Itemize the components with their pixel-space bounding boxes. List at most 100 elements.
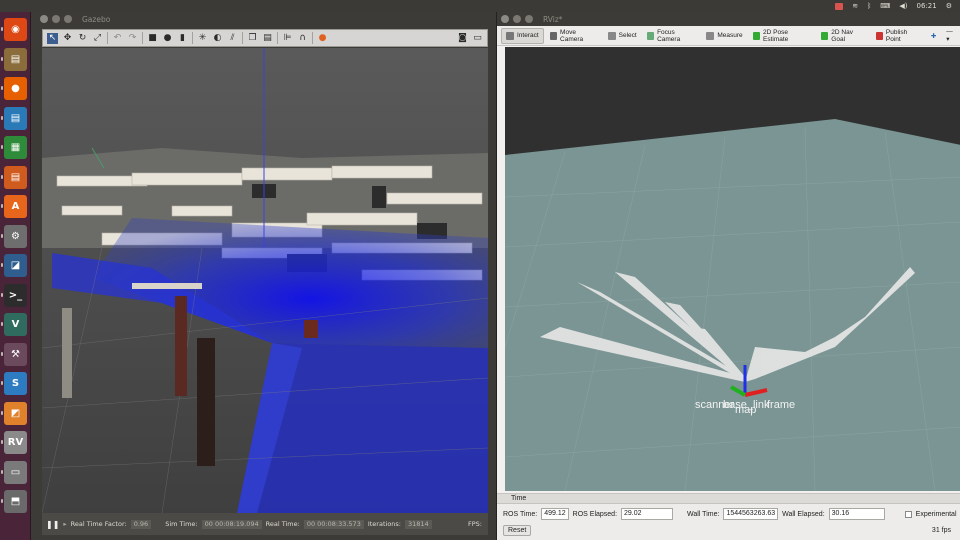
gazebo-3d-viewport[interactable]	[42, 48, 488, 513]
launcher-trash-icon[interactable]: ⬒	[1, 490, 27, 513]
maximize-button[interactable]	[525, 15, 533, 23]
experimental-label: Experimental	[915, 510, 957, 518]
launcher-settings-icon[interactable]: ⚙	[1, 224, 27, 248]
tool-2d-nav-goal[interactable]: 2D Nav Goal	[817, 28, 870, 44]
cylinder-shape-icon[interactable]: ▮	[177, 33, 188, 44]
tool-move-camera[interactable]: Move Camera	[546, 28, 602, 44]
launcher-rviz-icon[interactable]: RV	[1, 431, 27, 454]
real-time-factor-value: 0.96	[130, 519, 152, 529]
tool-publish-point[interactable]: Publish Point	[872, 28, 925, 44]
screenshot-icon[interactable]: ◙	[457, 33, 468, 44]
step-button[interactable]: ▸	[63, 520, 66, 528]
gazebo-toolbar: ↖ ✥ ↻ ⤢ ↶ ↷ ■ ● ▮ ✳ ◐ ⫽ ❐ ▤ ⊫ ∩ ● ◙ ▭	[42, 29, 488, 47]
window-title: RViz*	[543, 14, 563, 24]
launcher-writer-icon[interactable]: ▤	[1, 106, 27, 130]
ros-time-label: ROS Time:	[503, 510, 538, 518]
reset-button[interactable]: Reset	[503, 524, 532, 536]
ros-time-field: 499.12	[541, 508, 569, 520]
wall-time-field: 1544563263.63	[723, 508, 779, 520]
launcher-terminal-icon[interactable]: >_	[1, 283, 27, 307]
unity-launcher: ◉ ▤ ● ▤ ▦ ▤ A ⚙ ◪ >_ V ⚒ S ◩ RV ▭ ⬒	[0, 12, 31, 540]
maximize-button[interactable]	[64, 15, 72, 23]
launcher-rqt-icon[interactable]: ◩	[1, 401, 27, 425]
minimize-button[interactable]	[52, 15, 60, 23]
launcher-qtcreator-icon[interactable]: ◪	[1, 254, 27, 277]
wall-elapsed-field: 30.16	[828, 508, 885, 520]
tool-label: Select	[618, 32, 637, 39]
align-icon[interactable]: ⊫	[282, 33, 293, 44]
time-panel-title: Time	[511, 495, 527, 502]
tool-label: Focus Camera	[657, 28, 681, 43]
directional-light-icon[interactable]: ⫽	[227, 33, 238, 44]
point-light-icon[interactable]: ✳	[197, 33, 208, 44]
reset-row: Reset 31 fps	[497, 522, 960, 538]
tool-interact[interactable]: Interact	[501, 27, 544, 44]
bluetooth-icon[interactable]: ᛒ	[867, 0, 871, 12]
wall-time-label: Wall Time:	[687, 510, 720, 518]
launcher-firefox-icon[interactable]: ●	[1, 77, 27, 100]
time-row: ROS Time: 499.12 ROS Elapsed: 29.02 Wall…	[497, 506, 960, 522]
gazebo-window: Gazebo ↖ ✥ ↻ ⤢ ↶ ↷ ■ ● ▮ ✳ ◐ ⫽ ❐ ▤ ⊫ ∩ ●…	[36, 12, 494, 540]
launcher-files-icon[interactable]: ▤	[1, 47, 27, 71]
redo-icon[interactable]: ↷	[127, 33, 138, 44]
launcher-gvim-icon[interactable]: V	[1, 313, 27, 336]
time-panel: Time ROS Time: 499.12 ROS Elapsed: 29.02…	[497, 493, 960, 540]
rviz-toolbar: Interact Move Camera Select Focus Camera Mea…	[497, 26, 960, 46]
undo-icon[interactable]: ↶	[112, 33, 123, 44]
video-icon[interactable]	[835, 2, 844, 10]
gazebo-titlebar: Gazebo	[36, 12, 494, 26]
ros-elapsed-field: 29.02	[621, 508, 674, 520]
volume-icon[interactable]: ◀)	[899, 0, 907, 12]
more-tools-button[interactable]: — ▾	[942, 28, 960, 44]
toolbar-separator	[277, 32, 278, 44]
translate-mode-icon[interactable]: ✥	[62, 33, 73, 44]
tool-2d-pose-estimate[interactable]: 2D Pose Estimate	[749, 28, 815, 44]
tool-select[interactable]: Select	[604, 28, 641, 44]
tool-label: Publish Point	[885, 28, 908, 43]
tool-measure[interactable]: Measure	[702, 28, 746, 44]
rviz-window: RViz* Interact Move Camera Select Focus Cam…	[496, 12, 960, 540]
toolbar-separator	[192, 32, 193, 44]
rviz-3d-view[interactable]: scanner base_link frame map	[505, 47, 960, 491]
tool-focus-camera[interactable]: Focus Camera	[643, 28, 701, 44]
wifi-icon[interactable]: ≋	[852, 0, 858, 12]
paste-icon[interactable]: ▤	[262, 33, 273, 44]
keyboard-icon[interactable]: ⌨	[880, 0, 890, 12]
tool-label: Interact	[517, 32, 539, 39]
sim-time-label: Sim Time:	[165, 520, 198, 528]
copy-icon[interactable]: ❐	[247, 33, 258, 44]
fps-readout: 31 fps	[931, 526, 951, 534]
sphere-shape-icon[interactable]: ●	[162, 33, 173, 44]
close-button[interactable]	[40, 15, 48, 23]
launcher-gazebo-tool-icon[interactable]: ⚒	[1, 342, 27, 366]
launcher-software-icon[interactable]: A	[1, 195, 27, 218]
window-title: Gazebo	[82, 14, 111, 24]
add-tool-button[interactable]: ✚	[927, 28, 940, 44]
spot-light-icon[interactable]: ◐	[212, 33, 223, 44]
minimize-button[interactable]	[513, 15, 521, 23]
box-shape-icon[interactable]: ■	[147, 33, 158, 44]
select-mode-icon[interactable]: ↖	[47, 32, 58, 44]
snap-icon[interactable]: ∩	[297, 33, 308, 44]
launcher-update-icon[interactable]: S	[1, 372, 27, 395]
experimental-checkbox[interactable]	[904, 510, 912, 518]
scale-mode-icon[interactable]: ⤢	[92, 33, 103, 44]
pause-button[interactable]: ❚❚	[46, 520, 59, 529]
launcher-impress-icon[interactable]: ▤	[1, 165, 27, 189]
close-button[interactable]	[501, 15, 509, 23]
change-view-icon[interactable]: ●	[317, 33, 328, 44]
ros-elapsed-label: ROS Elapsed:	[572, 510, 618, 518]
launcher-calc-icon[interactable]: ▦	[1, 136, 27, 159]
map-frame-label: map	[735, 404, 756, 416]
real-time-factor-label: Real Time Factor:	[70, 520, 127, 528]
launcher-dash-icon[interactable]: ◉	[1, 18, 27, 41]
gear-icon[interactable]: ⚙	[946, 0, 952, 12]
gazebo-scene-render	[42, 48, 488, 513]
gazebo-status-bar: ❚❚ ▸ Real Time Factor: 0.96 Sim Time: 00…	[42, 513, 488, 535]
log-icon[interactable]: ▭	[472, 33, 483, 44]
launcher-workspace-icon[interactable]: ▭	[1, 460, 27, 484]
clock[interactable]: 06:21	[917, 0, 937, 12]
rotate-mode-icon[interactable]: ↻	[77, 33, 88, 44]
toolbar-separator	[312, 32, 313, 44]
frame-label: frame	[767, 399, 795, 411]
